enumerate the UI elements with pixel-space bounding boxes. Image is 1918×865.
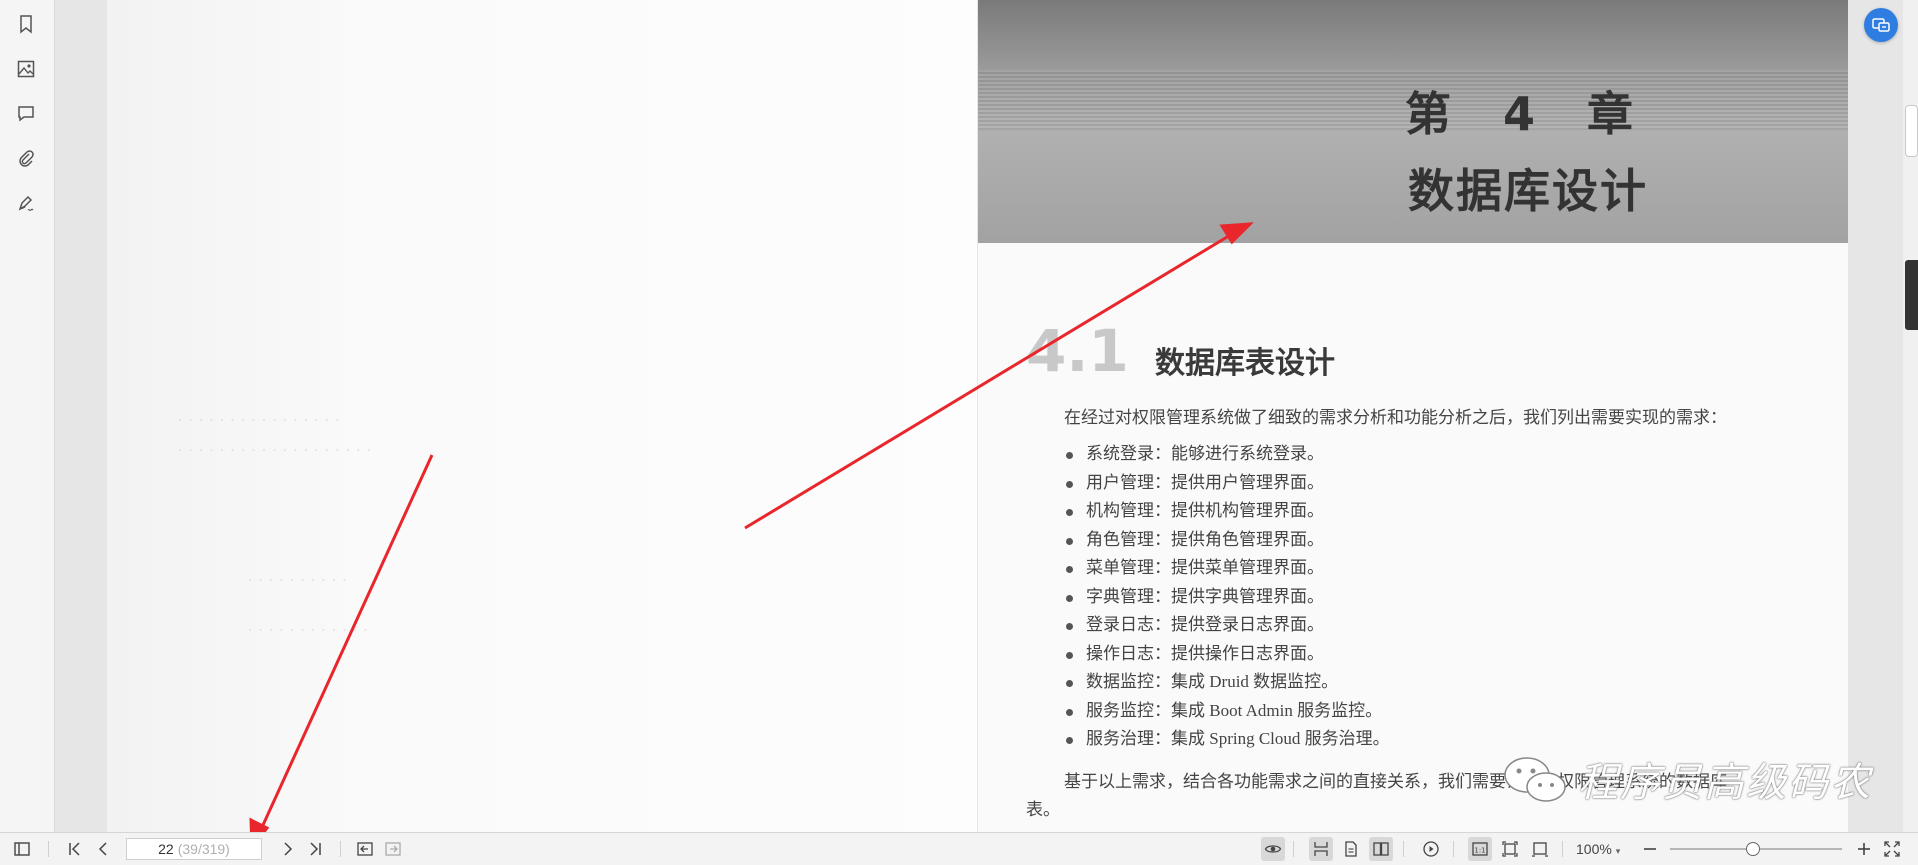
svg-text:1:1: 1:1 — [1474, 847, 1485, 855]
section-title: 数据库表设计 — [1155, 346, 1335, 381]
wechat-icon — [1504, 757, 1566, 802]
image-button[interactable] — [12, 55, 40, 83]
last-page-button[interactable] — [303, 837, 327, 861]
sidebar-toggle-button[interactable] — [10, 837, 34, 861]
chapter-number: 第 4 章 — [1404, 87, 1652, 141]
attachment-icon — [19, 150, 34, 167]
left-page: · · · · · · · · · · · · · · · · · · · · … — [107, 0, 977, 832]
toolbar-separator — [1293, 841, 1294, 857]
bleed-through-text: · · · · · · · · · · · · · · · · · · · — [177, 440, 372, 460]
list-item: 用户管理：提供用户管理界面。 — [1064, 469, 1390, 498]
fit-width-icon — [1532, 842, 1548, 857]
zoom-in-button[interactable] — [1852, 837, 1876, 861]
next-page-button[interactable] — [276, 837, 300, 861]
list-item: 操作日志：提供操作日志界面。 — [1064, 640, 1390, 669]
next-page-icon — [284, 842, 293, 856]
toolbar-separator — [340, 841, 341, 857]
page-number-input[interactable]: 22 (39/319) — [126, 838, 262, 860]
toolbar-separator — [1403, 841, 1404, 857]
list-item: 数据监控：集成 Druid 数据监控。 — [1064, 668, 1390, 697]
intro-paragraph: 在经过对权限管理系统做了细致的需求分析和功能分析之后，我们列出需要实现的需求： — [1064, 408, 1727, 427]
chapter-title: 数据库设计 — [1408, 164, 1648, 218]
last-page-icon — [310, 842, 321, 856]
closing-paragraph-continued: 表。 — [1026, 800, 1060, 819]
right-page: 第 4 章 数据库设计 4.1 数据库表设计 在经过对权限管理系统做了细致的需求… — [978, 0, 1848, 832]
first-page-icon — [69, 842, 80, 856]
list-item: 服务治理：集成 Spring Cloud 服务治理。 — [1064, 725, 1390, 754]
bottom-toolbar: 22 (39/319) 1:1 100% ▾ — [0, 832, 1918, 865]
bookmark-icon — [20, 15, 32, 34]
current-page-number: 22 — [158, 841, 174, 857]
play-button[interactable] — [1419, 837, 1443, 861]
left-sidebar-rail — [0, 0, 55, 832]
chevron-down-icon: ▾ — [1615, 846, 1621, 856]
attachment-button[interactable] — [12, 145, 40, 173]
fit-page-button[interactable] — [1498, 837, 1522, 861]
scrollbar-thumb[interactable] — [1905, 105, 1918, 157]
actual-size-icon: 1:1 — [1472, 842, 1488, 856]
zoom-dropdown[interactable]: 100% ▾ — [1576, 841, 1620, 857]
bleed-through-text: · · · · · · · · · · · · · · · · — [177, 410, 341, 430]
sidebar-toggle-icon — [14, 842, 30, 856]
two-page-button[interactable] — [1369, 837, 1393, 861]
bleed-through-text: · · · · · · · · · · · · — [247, 620, 369, 640]
prev-page-button[interactable] — [91, 837, 115, 861]
forward-icon — [385, 842, 401, 856]
back-button[interactable] — [353, 837, 377, 861]
fit-page-icon — [1502, 841, 1518, 857]
list-item: 菜单管理：提供菜单管理界面。 — [1064, 554, 1390, 583]
translate-button[interactable] — [1864, 8, 1898, 42]
prev-page-icon — [98, 842, 107, 856]
single-page-button[interactable] — [1339, 837, 1363, 861]
signature-icon — [18, 195, 34, 211]
list-item: 服务监控：集成 Boot Admin 服务监控。 — [1064, 697, 1390, 726]
eye-button[interactable] — [1261, 837, 1285, 861]
comment-icon — [18, 106, 34, 122]
list-item: 登录日志：提供登录日志界面。 — [1064, 611, 1390, 640]
back-icon — [357, 842, 373, 856]
fullscreen-icon — [1884, 841, 1900, 857]
wechat-watermark: 程序员高级码农 — [1500, 750, 1872, 808]
section-number: 4.1 — [1026, 317, 1129, 385]
list-item: 机构管理：提供机构管理界面。 — [1064, 497, 1390, 526]
zoom-in-icon — [1858, 843, 1870, 855]
vertical-scrollbar[interactable] — [1903, 0, 1918, 832]
eye-icon — [1264, 845, 1282, 853]
list-item: 角色管理：提供角色管理界面。 — [1064, 526, 1390, 555]
page-total: (39/319) — [177, 841, 230, 857]
fit-width-button[interactable] — [1528, 837, 1552, 861]
bookmark-button[interactable] — [12, 10, 40, 38]
play-icon — [1423, 841, 1439, 857]
two-page-icon — [1373, 842, 1389, 856]
fullscreen-button[interactable] — [1880, 837, 1904, 861]
zoom-out-button[interactable] — [1638, 837, 1662, 861]
toolbar-separator — [1562, 841, 1563, 857]
document-viewport[interactable]: · · · · · · · · · · · · · · · · · · · · … — [55, 0, 1903, 832]
translate-icon — [1872, 18, 1890, 32]
continuous-page-button[interactable] — [1309, 837, 1333, 861]
comment-button[interactable] — [12, 100, 40, 128]
bleed-through-text: · · · · · · · · · · — [247, 570, 348, 590]
list-item: 字典管理：提供字典管理界面。 — [1064, 583, 1390, 612]
watermark-text: 程序员高级码农 — [1578, 760, 1872, 806]
scroll-minimap[interactable] — [1905, 260, 1918, 330]
zoom-slider-handle[interactable] — [1746, 842, 1760, 856]
zoom-out-icon — [1644, 848, 1656, 850]
signature-button[interactable] — [12, 190, 40, 218]
toolbar-separator — [1453, 841, 1454, 857]
actual-size-button[interactable]: 1:1 — [1468, 837, 1492, 861]
continuous-page-icon — [1314, 842, 1328, 856]
toolbar-separator — [48, 841, 49, 857]
forward-button[interactable] — [381, 837, 405, 861]
single-page-icon — [1345, 841, 1357, 857]
chapter-banner: 第 4 章 数据库设计 — [978, 0, 1848, 243]
zoom-value: 100% — [1576, 841, 1612, 857]
list-item: 系统登录：能够进行系统登录。 — [1064, 440, 1390, 469]
requirements-list: 系统登录：能够进行系统登录。 用户管理：提供用户管理界面。 机构管理：提供机构管… — [1064, 440, 1390, 754]
image-icon — [17, 60, 35, 78]
first-page-button[interactable] — [63, 837, 87, 861]
